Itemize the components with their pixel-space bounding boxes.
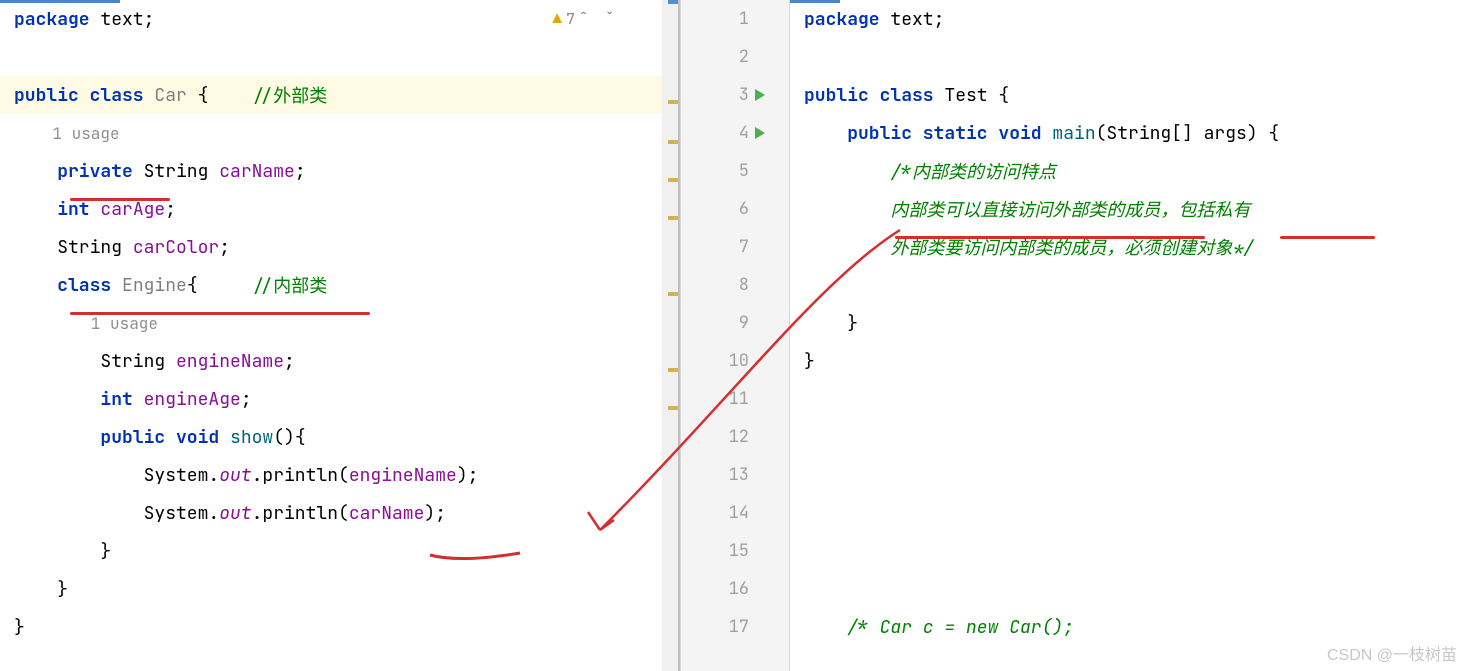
gutter-row[interactable]: 12 bbox=[681, 418, 789, 456]
gutter-row[interactable]: 8 bbox=[681, 266, 789, 304]
gutter-row[interactable]: 9 bbox=[681, 304, 789, 342]
code-line[interactable]: 外部类要访问内部类的成员，必须创建对象*/ bbox=[790, 228, 1469, 266]
line-number: 6 bbox=[721, 198, 749, 220]
code-line[interactable] bbox=[790, 532, 1469, 570]
usage-hint: 1 usage bbox=[14, 123, 120, 144]
code-line[interactable]: String engineName; bbox=[0, 342, 678, 380]
line-number: 9 bbox=[721, 312, 749, 334]
gutter-row[interactable]: 11 bbox=[681, 380, 789, 418]
run-gutter-icon[interactable] bbox=[755, 127, 765, 139]
line-number: 2 bbox=[721, 46, 749, 68]
gutter-row[interactable]: 13 bbox=[681, 456, 789, 494]
left-code-area[interactable]: package text;public class Car { //外部类 1 … bbox=[0, 0, 678, 671]
gutter-row[interactable]: 16 bbox=[681, 570, 789, 608]
code-line[interactable]: package text; bbox=[790, 0, 1469, 38]
left-scrollbar[interactable] bbox=[662, 0, 678, 671]
gutter-row[interactable]: 17 bbox=[681, 608, 789, 646]
line-number: 7 bbox=[721, 236, 749, 258]
code-line[interactable]: } bbox=[0, 532, 678, 570]
line-number: 5 bbox=[721, 160, 749, 182]
gutter-row[interactable]: 5 bbox=[681, 152, 789, 190]
gutter-row[interactable]: 15 bbox=[681, 532, 789, 570]
code-line[interactable] bbox=[790, 266, 1469, 304]
gutter-row[interactable]: 2 bbox=[681, 38, 789, 76]
code-line[interactable] bbox=[0, 38, 678, 76]
code-line[interactable]: } bbox=[790, 304, 1469, 342]
gutter-row[interactable]: 14 bbox=[681, 494, 789, 532]
code-line[interactable]: System.out.println(carName); bbox=[0, 494, 678, 532]
code-line[interactable]: 内部类可以直接访问外部类的成员，包括私有 bbox=[790, 190, 1469, 228]
line-number: 17 bbox=[721, 616, 749, 638]
line-number: 16 bbox=[721, 578, 749, 600]
code-line[interactable] bbox=[790, 38, 1469, 76]
code-line[interactable]: public class Car { //外部类 bbox=[0, 76, 678, 114]
code-line[interactable]: int carAge; bbox=[0, 190, 678, 228]
code-line[interactable]: private String carName; bbox=[0, 152, 678, 190]
line-number: 10 bbox=[721, 350, 749, 372]
line-number: 11 bbox=[721, 388, 749, 410]
line-number: 8 bbox=[721, 274, 749, 296]
usage-hint: 1 usage bbox=[14, 313, 158, 334]
code-line[interactable]: } bbox=[0, 570, 678, 608]
warning-nav-arrows[interactable]: ˆ ˇ bbox=[579, 9, 618, 29]
code-line[interactable] bbox=[790, 570, 1469, 608]
code-line[interactable]: System.out.println(engineName); bbox=[0, 456, 678, 494]
code-line[interactable]: /*内部类的访问特点 bbox=[790, 152, 1469, 190]
line-number: 4 bbox=[721, 122, 749, 144]
line-number: 14 bbox=[721, 502, 749, 524]
code-line[interactable] bbox=[790, 494, 1469, 532]
code-line[interactable]: 1 usage bbox=[0, 114, 678, 152]
gutter-row[interactable]: 3 bbox=[681, 76, 789, 114]
code-line[interactable]: class Engine{ //内部类 bbox=[0, 266, 678, 304]
code-line[interactable] bbox=[790, 380, 1469, 418]
line-number: 13 bbox=[721, 464, 749, 486]
run-gutter-icon[interactable] bbox=[755, 89, 765, 101]
code-line[interactable]: int engineAge; bbox=[0, 380, 678, 418]
watermark: CSDN @一枝树苗 bbox=[1327, 641, 1457, 665]
code-line[interactable] bbox=[790, 418, 1469, 456]
line-number: 1 bbox=[721, 8, 749, 30]
line-number: 3 bbox=[721, 84, 749, 106]
warning-count: 7 bbox=[566, 9, 575, 29]
warning-icon: ▲ bbox=[552, 8, 562, 29]
code-line[interactable]: } bbox=[0, 608, 678, 646]
code-line[interactable] bbox=[790, 456, 1469, 494]
gutter: 1234567891011121314151617 bbox=[680, 0, 790, 671]
code-line[interactable]: public class Test { bbox=[790, 76, 1469, 114]
code-line[interactable]: String carColor; bbox=[0, 228, 678, 266]
warnings-indicator[interactable]: ▲ 7 ˆ ˇ bbox=[552, 8, 618, 29]
left-editor-pane: package text;public class Car { //外部类 1 … bbox=[0, 0, 680, 671]
right-code-area[interactable]: package text; public class Test { public … bbox=[790, 0, 1469, 671]
line-number: 12 bbox=[721, 426, 749, 448]
code-line[interactable]: public static void main(String[] args) { bbox=[790, 114, 1469, 152]
gutter-row[interactable]: 10 bbox=[681, 342, 789, 380]
code-line[interactable]: } bbox=[790, 342, 1469, 380]
gutter-row[interactable]: 1 bbox=[681, 0, 789, 38]
gutter-row[interactable]: 4 bbox=[681, 114, 789, 152]
code-line[interactable]: 1 usage bbox=[0, 304, 678, 342]
line-number: 15 bbox=[721, 540, 749, 562]
gutter-row[interactable]: 6 bbox=[681, 190, 789, 228]
code-line[interactable]: public void show(){ bbox=[0, 418, 678, 456]
gutter-row[interactable]: 7 bbox=[681, 228, 789, 266]
right-editor-pane: package text; public class Test { public … bbox=[790, 0, 1469, 671]
